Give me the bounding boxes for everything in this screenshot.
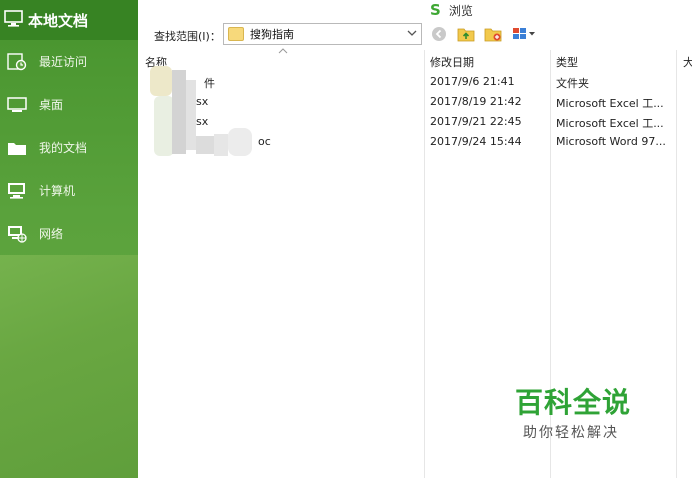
top-bar: S 浏览 — [138, 0, 692, 20]
sidebar-item-computer[interactable]: 计算机 — [0, 169, 138, 212]
file-type: 文件夹 — [556, 77, 589, 90]
look-in-value: 搜狗指南 — [250, 28, 294, 41]
computer-icon — [6, 182, 28, 200]
file-type: Microsoft Excel 工... — [556, 117, 664, 130]
sidebar-item-label: 最近访问 — [39, 55, 88, 69]
column-header-modified[interactable]: 修改日期 — [430, 54, 474, 70]
sort-ascending-icon — [278, 47, 288, 57]
sidebar-item-my-documents[interactable]: 我的文档 — [0, 126, 138, 169]
folder-icon — [228, 27, 244, 41]
file-type: Microsoft Excel 工... — [556, 97, 664, 110]
monitor-icon — [4, 9, 24, 31]
file-row[interactable]: oc 2017/9/24 15:44 Microsoft Word 97... — [138, 132, 692, 152]
sidebar-item-label: 我的文档 — [39, 141, 88, 155]
sidebar-item-label: 桌面 — [39, 98, 64, 112]
file-name: sx — [196, 115, 209, 128]
column-header-name[interactable]: 名称 — [145, 54, 167, 70]
look-in-select[interactable]: 搜狗指南 — [223, 23, 422, 45]
file-row[interactable]: sx 2017/9/21 22:45 Microsoft Excel 工... — [138, 112, 692, 132]
watermark: 百科全说 助你轻松解决 — [515, 386, 645, 446]
column-header-size[interactable]: 大 — [683, 54, 692, 70]
file-modified: 2017/8/19 21:42 — [430, 95, 522, 108]
sidebar-item-label: 网络 — [39, 227, 64, 241]
view-menu-icon[interactable] — [511, 25, 539, 43]
sidebar-title: 本地文档 — [28, 11, 89, 30]
file-row[interactable]: sx 2017/8/19 21:42 Microsoft Excel 工... — [138, 92, 692, 112]
folder-icon — [6, 139, 28, 157]
sidebar-item-network[interactable]: 网络 — [0, 212, 138, 255]
file-name: oc — [258, 135, 271, 148]
chevron-down-icon[interactable] — [407, 27, 417, 42]
sogou-logo-icon: S — [430, 1, 441, 19]
column-header-type[interactable]: 类型 — [556, 54, 578, 70]
new-folder-icon[interactable] — [484, 25, 502, 43]
recent-icon — [6, 52, 28, 71]
browse-label: 浏览 — [448, 3, 473, 18]
look-in-label: 查找范围(I)： — [154, 30, 221, 43]
sidebar: 本地文档 最近访问 桌面 我的文档 计算机 网络 — [0, 0, 138, 478]
watermark-subtitle: 助你轻松解决 — [523, 425, 619, 441]
watermark-title: 百科全说 — [515, 386, 632, 419]
sidebar-item-label: 计算机 — [39, 184, 76, 198]
file-name: sx — [196, 95, 209, 108]
file-modified: 2017/9/21 22:45 — [430, 115, 522, 128]
file-type: Microsoft Word 97... — [556, 135, 666, 148]
up-folder-icon[interactable] — [457, 25, 475, 43]
file-modified: 2017/9/24 15:44 — [430, 135, 522, 148]
desktop-icon — [6, 96, 28, 114]
file-name: 件 — [204, 77, 215, 90]
sidebar-header: 本地文档 — [0, 0, 138, 40]
browse-button[interactable]: S 浏览 — [430, 0, 473, 20]
file-row[interactable]: 件 2017/9/6 21:41 文件夹 — [138, 72, 692, 92]
look-in-bar: 查找范围(I)： 搜狗指南 — [138, 22, 692, 48]
back-icon[interactable] — [430, 25, 448, 43]
file-modified: 2017/9/6 21:41 — [430, 75, 515, 88]
sidebar-item-desktop[interactable]: 桌面 — [0, 83, 138, 126]
sidebar-item-recent[interactable]: 最近访问 — [0, 40, 138, 83]
network-icon — [6, 225, 28, 243]
